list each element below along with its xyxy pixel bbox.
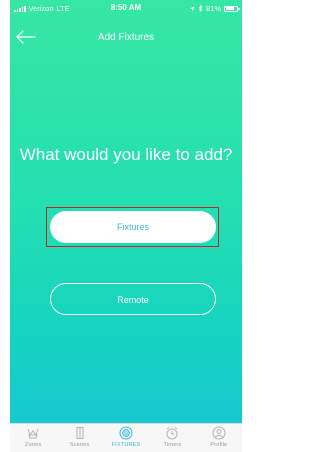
tab-profile-label: Profile (210, 442, 228, 448)
zones-icon (27, 428, 39, 439)
nav-bar: Add Fixtures (10, 22, 242, 50)
remote-button[interactable]: Remote (50, 283, 216, 315)
location-icon (189, 6, 195, 11)
tab-profile[interactable]: Profile (196, 424, 242, 452)
fixtures-button[interactable]: Fixtures (50, 211, 216, 243)
tab-zones-label: Zones (25, 442, 42, 448)
tab-zones[interactable]: Zones (10, 424, 56, 452)
tab-scenes-label: Scenes (69, 442, 90, 448)
tab-scenes[interactable]: Scenes (56, 424, 102, 452)
battery-percent: 81% (205, 4, 221, 13)
scenes-icon (76, 427, 84, 439)
fixtures-icon (119, 426, 133, 440)
profile-icon (212, 426, 226, 440)
tab-bar: Zones Scenes FIXTURES Timers Profile (10, 423, 242, 452)
add-prompt: What would you like to add? (19, 145, 233, 164)
app-screen: Verizon LTE 8:50 AM 81% Add Fixtures Wha… (10, 0, 242, 452)
tab-timers-label: Timers (163, 442, 182, 448)
battery-icon (224, 5, 240, 12)
timer-icon (166, 427, 178, 440)
status-bar: Verizon LTE 8:50 AM 81% (10, 0, 242, 16)
bluetooth-icon (198, 5, 203, 12)
page-title: Add Fixtures (97, 32, 155, 43)
tab-timers[interactable]: Timers (149, 424, 195, 452)
status-right: 81% (189, 4, 240, 13)
tab-fixtures[interactable]: FIXTURES (103, 424, 149, 452)
tab-fixtures-label: FIXTURES (111, 442, 141, 448)
